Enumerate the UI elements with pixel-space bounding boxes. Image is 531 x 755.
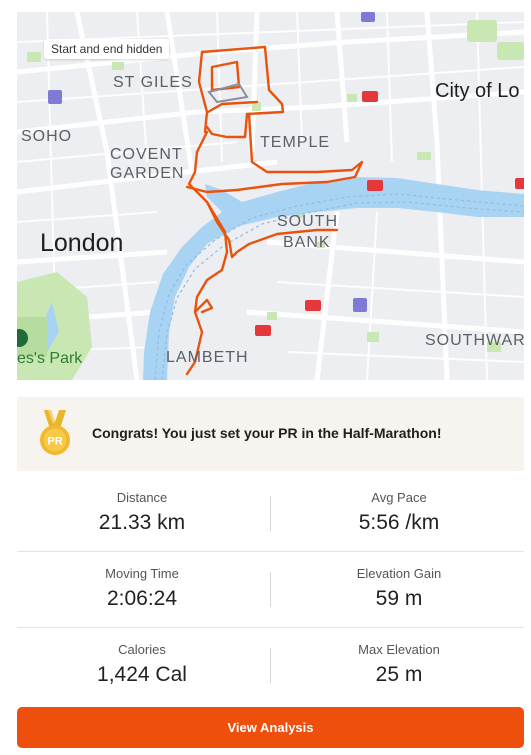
route-map[interactable]: Start and end hidden ST GILES SOHO COVEN… xyxy=(17,12,524,380)
map-label-park: es's Park xyxy=(17,350,83,367)
map-label-garden: GARDEN xyxy=(110,165,185,182)
map-label-soho: SOHO xyxy=(21,128,73,145)
stat-value: 1,424 Cal xyxy=(97,663,187,686)
stat-label: Max Elevation xyxy=(358,642,440,657)
map-label-covent: COVENT xyxy=(110,146,183,163)
stat-value: 59 m xyxy=(375,587,423,610)
stat-divider xyxy=(270,648,271,683)
stat-value: 5:56 /km xyxy=(358,511,440,534)
map-label-london: London xyxy=(40,229,124,257)
pr-message: Congrats! You just set your PR in the Ha… xyxy=(92,425,442,441)
stat-distance: Distance 21.33 km xyxy=(17,476,267,535)
map-canvas xyxy=(17,12,524,380)
stats-row: Moving Time 2:06:24 Elevation Gain 59 m xyxy=(17,552,524,628)
stat-moving-time: Moving Time 2:06:24 xyxy=(17,552,267,611)
stat-divider xyxy=(270,572,271,607)
medal-label: PR xyxy=(47,436,62,448)
map-label-temple: TEMPLE xyxy=(260,134,331,151)
map-label-south: SOUTH xyxy=(277,213,338,230)
map-label-city-of-london: City of Lo xyxy=(435,80,520,102)
stat-divider xyxy=(270,496,271,531)
pr-banner: PR Congrats! You just set your PR in the… xyxy=(17,397,524,471)
stat-label: Calories xyxy=(118,642,166,657)
stat-value: 25 m xyxy=(375,663,423,686)
start-end-hidden-note: Start and end hidden xyxy=(44,39,170,59)
map-label-bank: BANK xyxy=(283,234,331,251)
stat-value: 21.33 km xyxy=(98,511,186,534)
stats-row: Calories 1,424 Cal Max Elevation 25 m xyxy=(17,628,524,703)
map-label-lambeth: LAMBETH xyxy=(166,349,249,366)
stats-grid: Distance 21.33 km Avg Pace 5:56 /km Movi… xyxy=(17,476,524,703)
stat-avg-pace: Avg Pace 5:56 /km xyxy=(274,476,524,535)
stat-max-elevation: Max Elevation 25 m xyxy=(274,628,524,687)
stat-calories: Calories 1,424 Cal xyxy=(17,628,267,687)
stat-elevation-gain: Elevation Gain 59 m xyxy=(274,552,524,611)
medal-icon: PR xyxy=(40,410,70,455)
stat-label: Moving Time xyxy=(105,566,179,581)
stat-label: Distance xyxy=(116,490,168,505)
view-analysis-button[interactable]: View Analysis xyxy=(17,707,524,748)
stats-row: Distance 21.33 km Avg Pace 5:56 /km xyxy=(17,476,524,552)
map-label-st-giles: ST GILES xyxy=(113,74,193,91)
stat-label: Avg Pace xyxy=(371,490,427,505)
stat-label: Elevation Gain xyxy=(356,566,442,581)
stat-value: 2:06:24 xyxy=(106,587,178,610)
map-label-southwark: SOUTHWAR xyxy=(425,332,524,349)
